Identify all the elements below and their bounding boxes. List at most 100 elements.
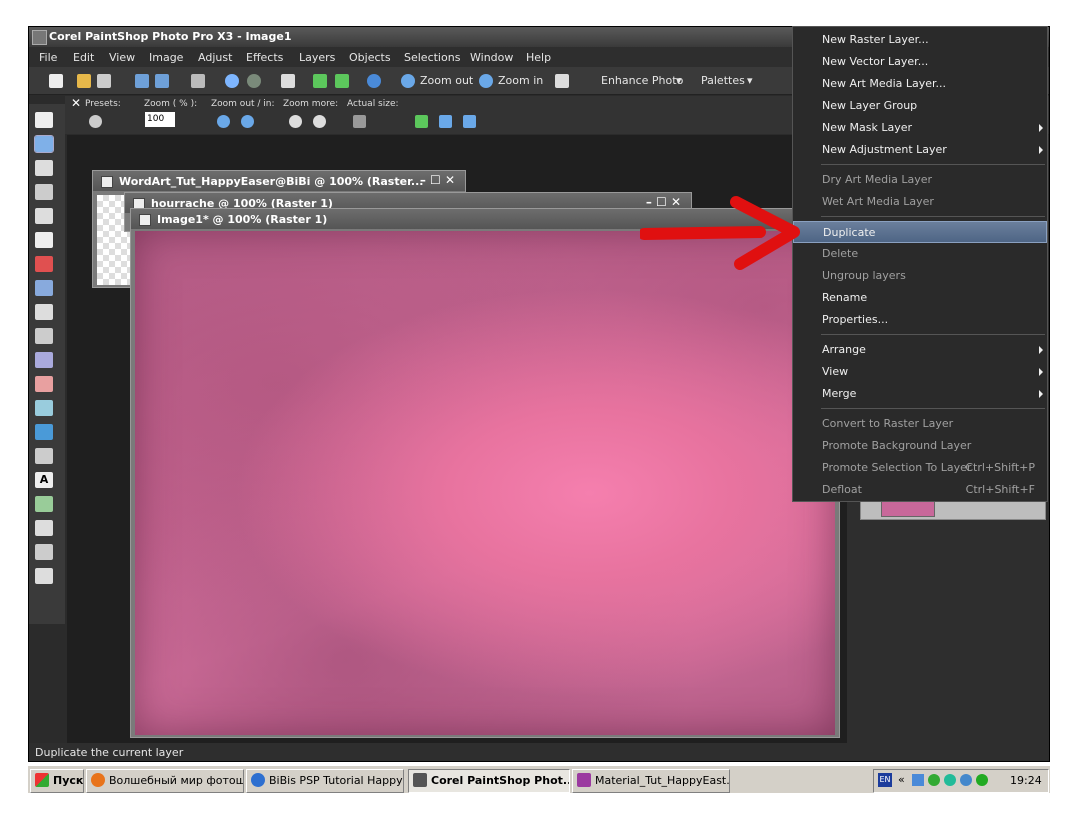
menu-item-dry-art-media-layer[interactable]: Dry Art Media Layer — [793, 169, 1047, 191]
menu-item-duplicate[interactable]: Duplicate — [793, 221, 1047, 243]
menu-image[interactable]: Image — [149, 51, 183, 64]
taskbar-item-winrar[interactable]: Material_Tut_HappyEast... — [572, 769, 730, 793]
image-canvas[interactable] — [135, 231, 835, 735]
network-icon[interactable] — [912, 774, 924, 786]
menu-help[interactable]: Help — [526, 51, 551, 64]
actual-size-icon[interactable] — [353, 115, 366, 128]
fit-image-icon[interactable] — [439, 115, 452, 128]
redo-icon[interactable] — [247, 74, 261, 88]
tray-app-icon[interactable] — [944, 774, 956, 786]
zoom-in-icon[interactable] — [479, 74, 493, 88]
open-folder-icon[interactable] — [77, 74, 91, 88]
copy-special-icon[interactable] — [555, 74, 569, 88]
menu-item-rename[interactable]: Rename — [793, 287, 1047, 309]
dropdown-arrow-icon[interactable]: ▾ — [747, 74, 753, 87]
zoom-in-button[interactable]: Zoom in — [498, 74, 543, 87]
crop-tool-icon[interactable] — [35, 208, 53, 224]
browse-icon[interactable] — [97, 74, 111, 88]
menu-item-delete[interactable]: Delete — [793, 243, 1047, 265]
picture-tube-icon[interactable] — [35, 568, 53, 584]
zoom-more-out-icon[interactable] — [289, 115, 302, 128]
zoom-out-icon[interactable] — [401, 74, 415, 88]
fit-window-icon[interactable] — [415, 115, 428, 128]
tray-expand-icon[interactable]: « — [898, 773, 905, 786]
update-icon[interactable] — [928, 774, 940, 786]
dropdown-arrow-icon[interactable]: ▾ — [676, 74, 682, 87]
menu-item-defloat[interactable]: Defloat Ctrl+Shift+F — [793, 479, 1047, 501]
print-icon[interactable] — [191, 74, 205, 88]
menu-file[interactable]: File — [39, 51, 57, 64]
close-icon[interactable]: ✕ — [71, 96, 81, 110]
window-controls-icon[interactable]: – ☐ ✕ — [420, 173, 455, 187]
properties-icon[interactable] — [281, 74, 295, 88]
dodge-tool-icon[interactable] — [35, 352, 53, 368]
menu-item-new-art-media-layer[interactable]: New Art Media Layer... — [793, 73, 1047, 95]
menu-item-new-layer-group[interactable]: New Layer Group — [793, 95, 1047, 117]
pen-tool-icon[interactable] — [35, 520, 53, 536]
red-eye-tool-icon[interactable] — [35, 256, 53, 272]
flag-remove-icon[interactable] — [335, 74, 349, 88]
menu-item-convert-to-raster[interactable]: Convert to Raster Layer — [793, 413, 1047, 435]
save-as-icon[interactable] — [155, 74, 169, 88]
full-screen-icon[interactable] — [463, 115, 476, 128]
eraser-tool-icon[interactable] — [35, 448, 53, 464]
tray-app-icon[interactable] — [976, 774, 988, 786]
straighten-tool-icon[interactable] — [35, 232, 53, 248]
menu-item-merge[interactable]: Merge — [793, 383, 1047, 405]
new-file-icon[interactable] — [49, 74, 63, 88]
menu-item-properties[interactable]: Properties... — [793, 309, 1047, 331]
language-indicator[interactable]: EN — [878, 773, 892, 787]
zoom-out-button[interactable]: Zoom out — [420, 74, 473, 87]
menu-item-wet-art-media-layer[interactable]: Wet Art Media Layer — [793, 191, 1047, 213]
flag-icon[interactable] — [313, 74, 327, 88]
menu-window[interactable]: Window — [470, 51, 513, 64]
menu-layers[interactable]: Layers — [299, 51, 335, 64]
zoom-more-in-icon[interactable] — [313, 115, 326, 128]
zoom-out-icon[interactable] — [217, 115, 230, 128]
menu-item-new-mask-layer[interactable]: New Mask Layer — [793, 117, 1047, 139]
undo-icon[interactable] — [225, 74, 239, 88]
pan-tool-icon[interactable] — [35, 112, 53, 128]
dropper-tool-icon[interactable] — [35, 184, 53, 200]
menu-objects[interactable]: Objects — [349, 51, 391, 64]
start-button[interactable]: Пуск — [30, 769, 84, 793]
move-tool-icon[interactable] — [34, 135, 54, 153]
menu-item-view[interactable]: View — [793, 361, 1047, 383]
magic-wand-tool-icon[interactable] — [35, 160, 53, 176]
menu-item-ungroup-layers[interactable]: Ungroup layers — [793, 265, 1047, 287]
makeover-tool-icon[interactable] — [35, 280, 53, 296]
document-title-bar[interactable]: WordArt_Tut_HappyEaser@BiBi @ 100% (Rast… — [93, 171, 465, 191]
scratch-remover-icon[interactable] — [35, 328, 53, 344]
zoom-in-icon[interactable] — [241, 115, 254, 128]
taskbar-item-paintshop[interactable]: Corel PaintShop Phot... — [408, 769, 570, 793]
menu-item-new-adjustment-layer[interactable]: New Adjustment Layer — [793, 139, 1047, 161]
presets-icon[interactable] — [89, 115, 102, 128]
menu-item-arrange[interactable]: Arrange — [793, 339, 1047, 361]
zoom-percent-input[interactable]: 100 — [145, 112, 175, 127]
taskbar-item-firefox[interactable]: Волшебный мир фотош... — [86, 769, 244, 793]
paint-brush-icon[interactable] — [35, 376, 53, 392]
menu-item-promote-background[interactable]: Promote Background Layer — [793, 435, 1047, 457]
zoom-more-label: Zoom more: — [283, 99, 339, 109]
taskbar-item-ie[interactable]: BiBis PSP Tutorial Happy ... — [246, 769, 404, 793]
menu-item-new-vector-layer[interactable]: New Vector Layer... — [793, 51, 1047, 73]
save-icon[interactable] — [135, 74, 149, 88]
info-icon[interactable] — [367, 74, 381, 88]
clone-brush-icon[interactable] — [35, 304, 53, 320]
tray-app-icon[interactable] — [960, 774, 972, 786]
menu-adjust[interactable]: Adjust — [198, 51, 232, 64]
menu-item-new-raster-layer[interactable]: New Raster Layer... — [793, 29, 1047, 51]
flood-fill-icon[interactable] — [35, 424, 53, 440]
preset-shape-icon[interactable] — [35, 496, 53, 512]
warp-brush-icon[interactable] — [35, 544, 53, 560]
menu-effects[interactable]: Effects — [246, 51, 283, 64]
text-tool-icon[interactable]: A — [35, 472, 53, 488]
document-window-image1[interactable]: Image1* @ 100% (Raster 1) — [130, 208, 840, 738]
menu-selections[interactable]: Selections — [404, 51, 460, 64]
menu-edit[interactable]: Edit — [73, 51, 94, 64]
menu-item-promote-selection[interactable]: Promote Selection To Layer Ctrl+Shift+P — [793, 457, 1047, 479]
replace-brush-icon[interactable] — [35, 400, 53, 416]
palettes-button[interactable]: Palettes — [701, 74, 745, 87]
enhance-photo-button[interactable]: Enhance Photo — [601, 74, 683, 87]
menu-view[interactable]: View — [109, 51, 135, 64]
